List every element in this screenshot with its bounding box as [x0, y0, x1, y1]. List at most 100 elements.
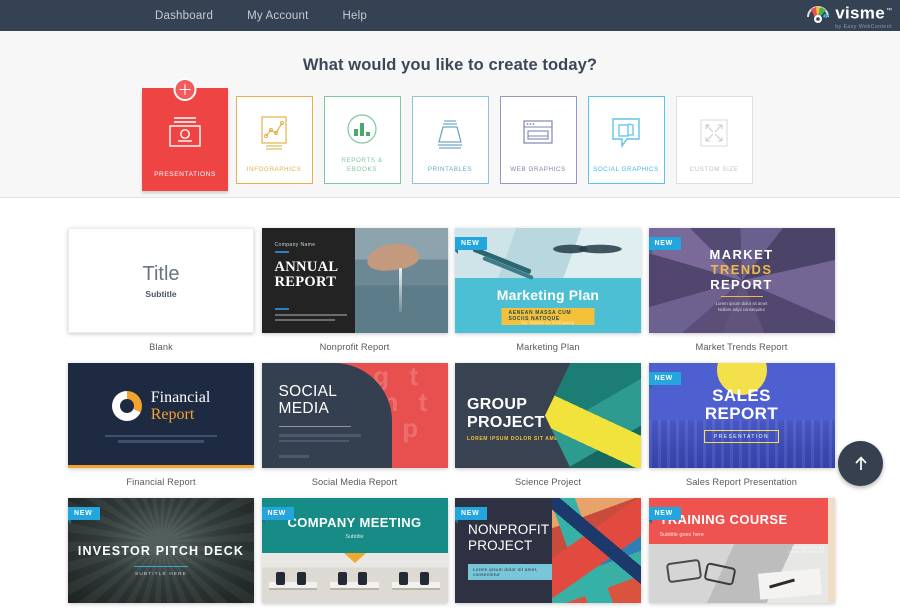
thumb-subtitle: SUBTITLE HERE	[135, 572, 187, 577]
thumb-box-label: PRESENTATION	[704, 430, 779, 443]
resize-arrows-icon	[677, 97, 752, 166]
category-web-graphics[interactable]: WEB GRAPHICS	[499, 96, 577, 184]
category-infographics[interactable]: INFOGRAPHICS	[235, 96, 313, 184]
template-thumbnail[interactable]: NEW SALES REPORT PRESENTATION	[648, 363, 835, 468]
presented-by-name: LOREM IPSUM DOLOR	[787, 550, 825, 555]
template-card[interactable]: Title Subtitle Blank	[68, 228, 254, 363]
thumb-text: INVESTOR PITCH DECK SUBTITLE HERE	[68, 544, 254, 577]
template-name: Social Media Report	[311, 477, 398, 487]
template-thumbnail[interactable]: GROUP PROJECT LOREM IPSUM DOLOR SIT AMET	[455, 363, 641, 468]
logo-text: visme™ by Easy WebContent	[835, 2, 892, 31]
bar-chart-circle-icon	[325, 97, 400, 157]
thumb-text-panel: SOCIAL MEDIA	[261, 363, 392, 468]
thumb-title-line2: Report	[150, 406, 195, 423]
category-label: PRESENTATIONS	[154, 170, 216, 178]
thumb-subtitle: Subtitle goes here	[659, 532, 704, 538]
new-badge: NEW	[455, 237, 488, 254]
category-label: WEB GRAPHICS	[510, 165, 566, 173]
category-label: PRINTABLES	[427, 165, 473, 173]
template-thumbnail[interactable]: COMPANY MEETING Subtitle NEW	[261, 498, 448, 603]
template-name: Market Trends Report	[695, 342, 788, 352]
thumb-text-panel: Company Name ANNUAL REPORT	[261, 228, 355, 333]
create-chooser-band: What would you like to create today? PRE…	[0, 31, 900, 198]
template-card[interactable]: COMPANY MEETING Subtitle NEW Company Mee…	[261, 498, 448, 610]
template-thumbnail[interactable]: Financial Report	[68, 363, 254, 468]
nav-links: Dashboard My Account Help	[155, 10, 401, 22]
template-card[interactable]: NEW Marketing Plan AENEAN MASSA CUM SOCI…	[455, 228, 641, 363]
nav-dashboard[interactable]: Dashboard	[155, 10, 213, 22]
template-name: Financial Report	[126, 477, 196, 487]
template-card[interactable]: NEW INVESTOR PITCH DECK SUBTITLE HERE In…	[68, 498, 254, 610]
template-card[interactable]: NEW SALES REPORT PRESENTATION Sales Repo…	[648, 363, 835, 498]
thumb-photo	[354, 228, 448, 333]
template-name: Science Project	[514, 477, 582, 487]
template-thumbnail[interactable]: g t in tf p SOCIAL MEDIA	[261, 363, 448, 468]
thumb-title-line2: PROJECT	[468, 538, 533, 553]
thumb-placeholder-line	[278, 434, 361, 437]
chart-document-icon	[237, 97, 312, 166]
template-thumbnail[interactable]: NEW Marketing Plan AENEAN MASSA CUM SOCI…	[455, 228, 641, 333]
visme-logo-icon	[807, 6, 830, 23]
template-card[interactable]: g t in tf p SOCIAL MEDIA Social Media Rep…	[261, 363, 448, 498]
template-card[interactable]: TRAINING COURSE Subtitle goes here PRESE…	[648, 498, 835, 610]
new-badge: NEW	[648, 237, 681, 254]
nav-my-account[interactable]: My Account	[247, 10, 308, 22]
hand-shape	[365, 240, 420, 274]
thumb-title: Marketing Plan	[496, 286, 600, 303]
template-card[interactable]: GROUP PROJECT LOREM IPSUM DOLOR SIT AMET…	[455, 363, 641, 498]
category-custom-size[interactable]: CUSTOM SIZE	[675, 96, 753, 184]
thumb-title-line2: REPORT	[704, 404, 779, 423]
plus-icon	[173, 78, 197, 101]
template-thumbnail[interactable]: NEW MARKET TRENDS REPORT Lorem ipsum dol…	[648, 228, 835, 333]
category-presentations[interactable]: PRESENTATIONS	[142, 78, 228, 191]
category-printables[interactable]: PRINTABLES	[411, 96, 489, 184]
side-strip-accent	[827, 498, 835, 603]
template-grid: Title Subtitle Blank Company Name ANNUAL…	[0, 198, 900, 610]
eyeglasses-shape	[665, 558, 702, 584]
logo-wordmark: visme™	[835, 3, 892, 23]
thumb-title-line1: NONPROFIT	[468, 522, 550, 537]
chair-shape	[358, 572, 368, 585]
chair-shape	[276, 572, 286, 585]
new-badge: NEW	[261, 507, 294, 524]
nav-help[interactable]: Help	[343, 10, 367, 22]
thumb-box-label: Lorem ipsum dolor sit amet, consectetur	[468, 564, 552, 580]
thumb-placeholder-line	[278, 439, 349, 443]
thumb-title: INVESTOR PITCH DECK	[77, 544, 245, 558]
thumb-rule	[274, 251, 289, 253]
thumb-placeholder-line	[118, 440, 204, 443]
scroll-to-top-button[interactable]	[838, 441, 883, 486]
template-name: Investor Pitch Deck	[68, 603, 254, 610]
eyeglasses-shape	[702, 562, 737, 586]
template-thumbnail[interactable]: TRAINING COURSE Subtitle goes here PRESE…	[648, 498, 835, 603]
printables-icon	[413, 97, 488, 166]
thumb-rule	[134, 566, 188, 567]
template-thumbnail[interactable]: NONPROFIT PROJECT Lorem ipsum dolor sit …	[455, 498, 641, 603]
thumb-text-panel: TRAINING COURSE Subtitle goes here	[648, 498, 835, 545]
thumb-placeholder-line	[274, 318, 335, 322]
template-card[interactable]: NONPROFIT PROJECT Lorem ipsum dolor sit …	[455, 498, 641, 610]
thumb-subtitle: LOREM IPSUM DOLOR SIT AMET	[467, 436, 562, 442]
template-card[interactable]: Company Name ANNUAL REPORT Nonprofit Rep…	[261, 228, 448, 363]
thumb-abstract-art	[551, 498, 641, 603]
template-card[interactable]: NEW MARKET TRENDS REPORT Lorem ipsum dol…	[648, 228, 835, 363]
thumb-title: Title	[142, 262, 180, 285]
template-card[interactable]: Financial Report Financial Report	[68, 363, 254, 498]
thumb-subtitle: Subtitle	[145, 288, 177, 299]
thumb-title-line1: SALES	[712, 386, 771, 405]
template-gallery[interactable]: Title Subtitle Blank Company Name ANNUAL…	[0, 198, 900, 610]
thumb-title: Financial Report	[151, 389, 211, 423]
template-thumbnail[interactable]: Company Name ANNUAL REPORT	[261, 228, 448, 333]
template-thumbnail[interactable]: NEW INVESTOR PITCH DECK SUBTITLE HERE	[68, 498, 254, 603]
category-reports-ebooks[interactable]: REPORTS & EBOOKS	[323, 96, 401, 184]
new-badge: NEW	[648, 507, 681, 524]
visme-logo[interactable]: visme™ by Easy WebContent	[805, 2, 892, 30]
template-name: Blank	[149, 342, 173, 352]
template-thumbnail[interactable]: Title Subtitle	[68, 228, 254, 333]
thumb-company: Company Name	[274, 242, 316, 248]
thumb-caption	[68, 435, 254, 443]
top-navigation-bar: Dashboard My Account Help visme™ by Easy…	[0, 0, 900, 31]
thumb-text: Financial Report	[68, 363, 254, 423]
thumb-title-line2: MEDIA	[278, 400, 330, 417]
category-social-graphics[interactable]: SOCIAL GRAPHICS	[587, 96, 665, 184]
